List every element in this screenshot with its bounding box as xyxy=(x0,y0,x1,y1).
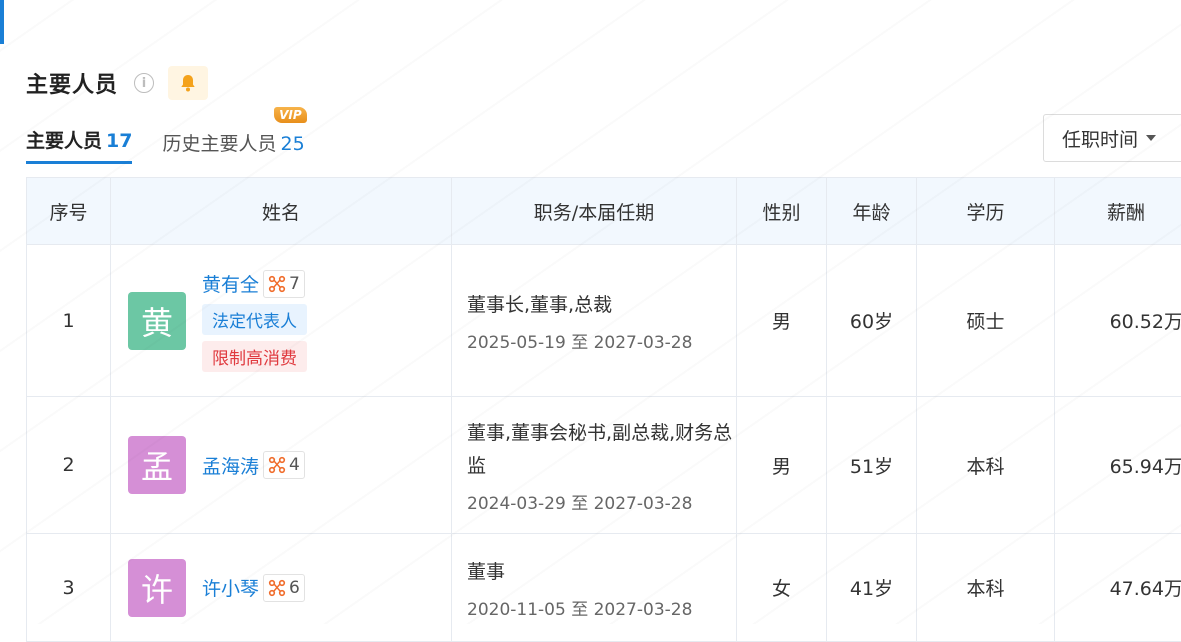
table-row: 3 许 许小琴 xyxy=(27,534,1181,642)
section-header: 主要人员 i xyxy=(26,64,208,102)
gender-cell: 女 xyxy=(737,534,827,642)
vip-badge: VIP xyxy=(274,107,307,123)
role-cell: 董事长,董事,总裁 2025-05-19 至 2027-03-28 xyxy=(452,245,737,397)
sort-dropdown[interactable]: 任职时间 xyxy=(1043,114,1181,162)
header-age: 年龄 xyxy=(827,178,917,245)
tab-history-personnel[interactable]: 历史主要人员25 VIP xyxy=(162,129,304,164)
education-cell: 硕士 xyxy=(917,245,1055,397)
avatar: 孟 xyxy=(128,436,186,494)
term-text: 2025-05-19 至 2027-03-28 xyxy=(467,328,735,353)
relation-count: 6 xyxy=(289,578,300,598)
gender-cell: 男 xyxy=(737,245,827,397)
tab-count: 25 xyxy=(280,133,304,155)
age-cell: 41岁 xyxy=(827,534,917,642)
term-text: 2024-03-29 至 2027-03-28 xyxy=(467,489,735,514)
role-text: 董事,董事会秘书,副总裁,财务总监 xyxy=(467,417,735,483)
header-index: 序号 xyxy=(27,178,111,245)
tab-label: 历史主要人员 xyxy=(162,133,276,155)
header-role: 职务/本届任期 xyxy=(452,178,737,245)
name-cell: 许 许小琴 xyxy=(111,534,452,642)
age-cell: 51岁 xyxy=(827,397,917,534)
salary-cell: 47.64万元 xyxy=(1055,534,1181,642)
relation-count: 4 xyxy=(289,455,300,475)
tab-count: 17 xyxy=(106,130,132,152)
age-cell: 60岁 xyxy=(827,245,917,397)
legal-representative-tag[interactable]: 法定代表人 xyxy=(202,304,307,335)
avatar: 许 xyxy=(128,559,186,617)
info-circle-icon[interactable]: i xyxy=(134,73,154,93)
gender-cell: 男 xyxy=(737,397,827,534)
avatar: 黄 xyxy=(128,292,186,350)
term-text: 2020-11-05 至 2027-03-28 xyxy=(467,595,735,620)
relation-graph-button[interactable]: 4 xyxy=(263,451,305,479)
relation-graph-button[interactable]: 6 xyxy=(263,574,305,602)
relation-count: 7 xyxy=(289,274,300,294)
section-title: 主要人员 xyxy=(26,67,118,99)
caret-down-icon xyxy=(1146,135,1156,141)
row-index: 1 xyxy=(27,245,111,397)
education-cell: 本科 xyxy=(917,397,1055,534)
education-cell: 本科 xyxy=(917,534,1055,642)
person-name-link[interactable]: 黄有全 xyxy=(202,270,259,297)
relation-graph-icon xyxy=(268,275,286,293)
sort-label: 任职时间 xyxy=(1062,125,1138,152)
table-row: 1 黄 黄有全 xyxy=(27,245,1181,397)
salary-cell: 60.52万元 xyxy=(1055,245,1181,397)
row-index: 3 xyxy=(27,534,111,642)
role-text: 董事 xyxy=(467,556,735,589)
consumption-restriction-tag[interactable]: 限制高消费 xyxy=(202,341,307,372)
tab-main-personnel[interactable]: 主要人员17 xyxy=(26,126,132,164)
bell-button[interactable] xyxy=(168,66,208,100)
relation-graph-icon xyxy=(268,456,286,474)
tab-label: 主要人员 xyxy=(26,130,102,152)
role-text: 董事长,董事,总裁 xyxy=(467,289,735,322)
bell-icon xyxy=(178,73,198,93)
page-accent-bar xyxy=(0,0,4,44)
salary-cell: 65.94万元 xyxy=(1055,397,1181,534)
tab-bar: 主要人员17 历史主要人员25 VIP xyxy=(26,126,305,164)
header-gender: 性别 xyxy=(737,178,827,245)
person-name-link[interactable]: 孟海涛 xyxy=(202,452,259,479)
role-cell: 董事,董事会秘书,副总裁,财务总监 2024-03-29 至 2027-03-2… xyxy=(452,397,737,534)
relation-graph-icon xyxy=(268,579,286,597)
table-header-row: 序号 姓名 职务/本届任期 性别 年龄 学历 薪酬 xyxy=(27,178,1181,245)
name-cell: 孟 孟海涛 xyxy=(111,397,452,534)
table-row: 2 孟 孟海涛 xyxy=(27,397,1181,534)
header-education: 学历 xyxy=(917,178,1055,245)
header-name: 姓名 xyxy=(111,178,452,245)
relation-graph-button[interactable]: 7 xyxy=(263,270,305,298)
name-cell: 黄 黄有全 xyxy=(111,245,452,397)
row-index: 2 xyxy=(27,397,111,534)
role-cell: 董事 2020-11-05 至 2027-03-28 xyxy=(452,534,737,642)
header-salary: 薪酬 xyxy=(1055,178,1181,245)
personnel-table: 序号 姓名 职务/本届任期 性别 年龄 学历 薪酬 1 黄 黄有全 xyxy=(26,177,1181,642)
person-name-link[interactable]: 许小琴 xyxy=(202,574,259,601)
